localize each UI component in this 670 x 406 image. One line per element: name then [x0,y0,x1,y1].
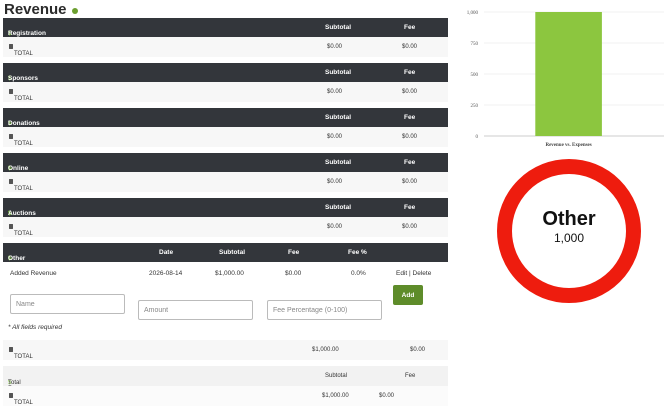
table-row: Added Revenue 2026-08-14 $1,000.00 $0.00… [3,262,448,284]
section-name: Auctions [8,210,36,217]
section-total-row: TOTAL $0.00 $0.00 [3,172,448,192]
subtotal-header: Subtotal [325,69,351,76]
calculator-icon [9,134,13,139]
subtotal-value: $0.00 [327,224,343,230]
fee-percentage-input[interactable]: Fee Percentage (0-100) [267,300,382,320]
other-total-row: TOTAL $1,000.00 $0.00 [3,340,448,360]
fee-value: $0.00 [402,224,418,230]
row-fee-pct: 0.0% [351,270,366,277]
revenue-bar-chart: 0 250 500 750 1,000 Revenue vs. Expenses [467,11,664,148]
subtotal-value: $0.00 [327,179,343,185]
row-name: Added Revenue [10,270,57,277]
fee-pct-header: Fee % [348,249,367,256]
fee-header: Fee [404,24,416,31]
total-label: TOTAL [14,186,33,192]
total-revenue-header: $Total Revenue Subtotal Fee [3,366,448,392]
required-note: * All fields required [8,324,62,331]
y-tick-label: 250 [471,104,479,109]
calculator-icon [9,347,13,352]
subtotal-value: $1,000.00 [312,347,339,353]
subtotal-header: Subtotal [325,204,351,211]
subtotal-value: $0.00 [327,134,343,140]
y-tick-label: 750 [471,42,479,47]
total-revenue-row: TOTAL $1,000.00 $0.00 [3,386,448,406]
row-actions: Edit | Delete [396,270,431,277]
revenue-tables: $Registration Packages Subtotal Fee TOTA… [3,18,448,284]
action-separator: | [409,270,411,277]
calculator-icon [9,44,13,49]
section-total-row: TOTAL $0.00 $0.00 [3,127,448,147]
row-subtotal: $1,000.00 [215,270,244,277]
calculator-icon [9,224,13,229]
section-header-donations: $ Donations Subtotal Fee [3,108,448,127]
fee-value: $0.00 [410,347,426,353]
page-title: Revenue [4,1,78,18]
x-tick-label: Revenue vs. Expenses [545,143,591,148]
fee-value: $0.00 [402,179,418,185]
section-header-online-store: $Online Store Subtotal Fee [3,153,448,179]
fee-value: $0.00 [379,393,395,399]
row-date: 2026-08-14 [149,270,183,277]
subtotal-header: Subtotal [325,24,351,31]
total-label: TOTAL [14,141,33,147]
subtotal-value: $1,000.00 [322,393,349,399]
edit-link[interactable]: Edit [396,270,407,277]
fee-header: Fee [288,249,300,256]
date-header: Date [159,249,174,256]
y-tick-label: 500 [471,73,479,78]
section-header-registration: $Registration Packages Subtotal Fee [3,18,448,44]
page-title-text: Revenue [4,1,67,18]
fee-header: Fee [404,159,416,166]
donut-center-label: Other [542,208,596,230]
subtotal-header: Subtotal [325,114,351,121]
revenue-donut-chart: Other1,000 [497,159,641,303]
y-tick-label: 0 [476,135,479,140]
subtotal-header: Subtotal [325,159,351,166]
amount-input[interactable]: Amount [138,300,253,320]
subtotal-header: Subtotal [219,249,245,256]
status-dot-icon [71,8,78,14]
total-label: TOTAL [14,231,33,237]
total-label: TOTAL [14,96,33,102]
fee-header: Fee [404,69,416,76]
section-name: Sponsors [8,75,38,82]
row-fee: $0.00 [285,270,302,277]
fee-header: Fee [405,373,416,379]
section-total-row: TOTAL $0.00 $0.00 [3,217,448,237]
subtotal-value: $0.00 [327,44,343,50]
delete-link[interactable]: Delete [413,270,432,277]
section-total-row: TOTAL $0.00 $0.00 [3,82,448,102]
total-label: TOTAL [14,400,33,406]
add-button[interactable]: Add [393,285,423,305]
calculator-icon [9,89,13,94]
fee-value: $0.00 [402,89,418,95]
section-header-sponsors: $ Sponsors Subtotal Fee [3,63,448,82]
fee-header: Fee [404,114,416,121]
section-total-row: TOTAL $0.00 $0.00 [3,37,448,57]
calculator-icon [9,179,13,184]
donut-center-value: 1,000 [554,231,584,245]
calculator-icon [9,393,13,398]
fee-value: $0.00 [402,44,418,50]
subtotal-header: Subtotal [325,373,348,379]
total-label: TOTAL [14,354,33,360]
section-header-auctions: $ Auctions Subtotal Fee [3,198,448,217]
section-name: Donations [8,120,40,127]
fee-value: $0.00 [402,134,418,140]
y-tick-label: 1,000 [467,11,479,16]
total-label: TOTAL [14,51,33,57]
name-input[interactable]: Name [10,294,125,314]
fee-header: Fee [404,204,416,211]
bar [535,12,602,136]
section-header-other-revenue: $ Other Revenue Date Subtotal Fee Fee % [3,243,448,269]
subtotal-value: $0.00 [327,89,343,95]
